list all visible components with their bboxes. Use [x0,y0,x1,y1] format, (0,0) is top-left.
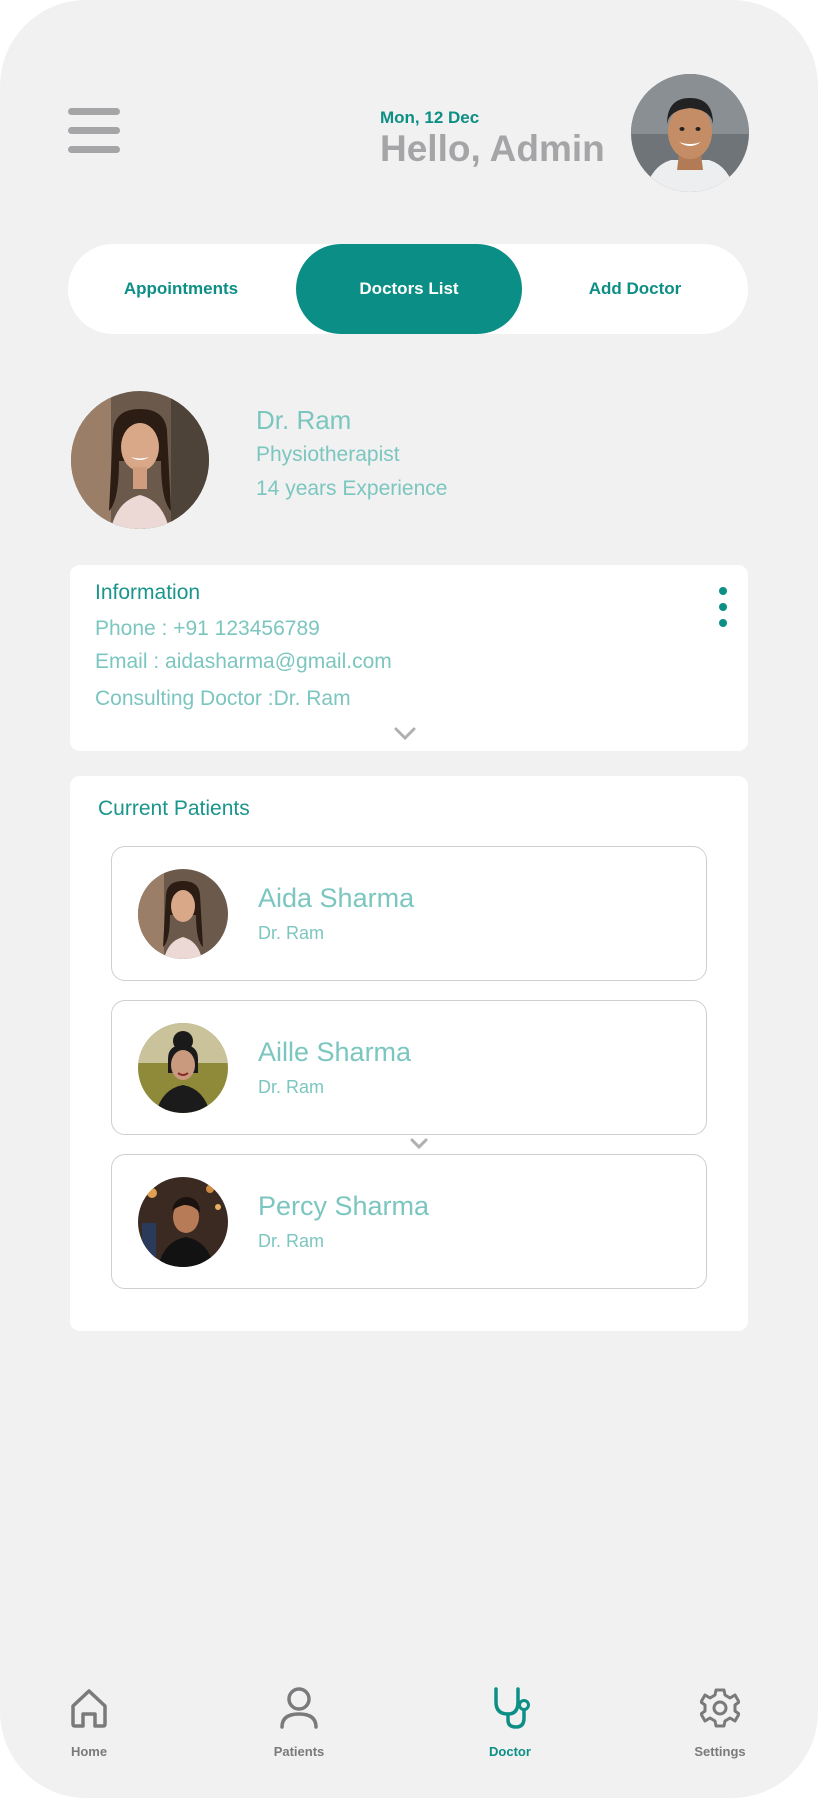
kebab-dot [719,619,727,627]
doctor-name: Dr. Ram [256,405,352,435]
tab-add-doctor[interactable]: Add Doctor [522,244,748,334]
info-consulting-doctor: Consulting Doctor :Dr. Ram [95,687,351,710]
patient-doctor: Dr. Ram [258,1077,325,1097]
patient-card[interactable]: Aille Sharma Dr. Ram [111,1000,707,1135]
user-icon [280,1687,318,1729]
patient-card[interactable]: Aida Sharma Dr. Ram [111,846,707,981]
doctor-avatar [71,391,209,529]
info-email: Email : aidasharma@gmail.com [95,650,392,673]
patient-name: Aida Sharma [258,883,415,913]
chevron-down-icon[interactable] [394,727,416,741]
info-phone: Phone : +91 123456789 [95,617,320,640]
current-patients-title: Current Patients [98,797,250,820]
patient-name: Percy Sharma [258,1191,430,1221]
patient-card[interactable]: Percy Sharma Dr. Ram [111,1154,707,1289]
patient-avatar [138,869,228,959]
nav-patients[interactable]: Patients [239,1686,359,1776]
current-patients-card: Current Patients Aida Sharma Dr. Ram Ail… [70,776,748,1331]
menu-line [68,108,120,115]
admin-avatar[interactable] [631,74,749,192]
kebab-dot [719,603,727,611]
gear-icon [700,1688,740,1728]
hamburger-menu-icon[interactable] [68,108,122,154]
doctor-experience: 14 years Experience [256,477,448,500]
tab-bar: Appointments Doctors List Add Doctor [68,244,748,334]
patient-doctor: Dr. Ram [258,923,325,943]
information-card: Information Phone : +91 123456789 Email … [70,565,748,751]
app-screen: Mon, 12 Dec Hello, Admin Appointments Do… [0,0,818,1798]
menu-line [68,146,120,153]
information-title: Information [95,581,201,604]
menu-line [68,127,120,134]
doctor-specialty: Physiotherapist [256,443,400,466]
patient-avatar [138,1177,228,1267]
patient-name: Aille Sharma [258,1037,412,1067]
header-date: Mon, 12 Dec [380,108,480,127]
nav-settings[interactable]: Settings [660,1686,780,1776]
header-greeting: Hello, Admin [380,128,605,169]
stethoscope-icon [494,1687,530,1729]
chevron-down-icon[interactable] [408,1137,430,1151]
patient-doctor: Dr. Ram [258,1231,325,1251]
home-icon [71,1689,107,1728]
nav-home[interactable]: Home [29,1686,149,1776]
more-options-icon[interactable] [716,587,730,629]
nav-doctor[interactable]: Doctor [450,1686,570,1776]
tab-doctors-list[interactable]: Doctors List [296,244,522,334]
tab-appointments[interactable]: Appointments [68,244,294,334]
nav-patients-label: Patients [273,1744,325,1759]
kebab-dot [719,587,727,595]
nav-settings-label: Settings [694,1744,746,1759]
nav-doctor-label: Doctor [489,1744,531,1759]
nav-home-label: Home [70,1744,108,1759]
patient-avatar [138,1023,228,1113]
